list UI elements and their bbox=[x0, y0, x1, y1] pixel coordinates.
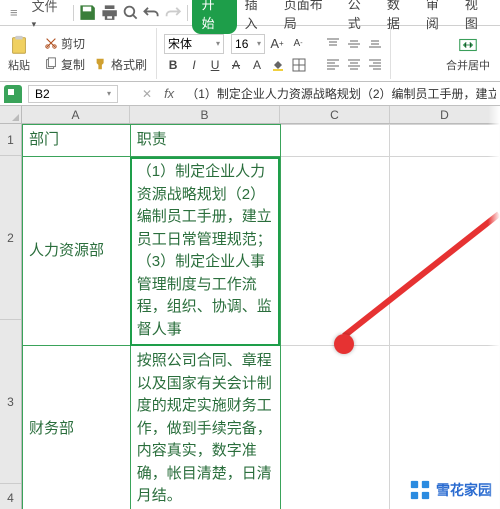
menubar: ≡ 文件 开始 插入 页面布局 公式 数据 审阅 视图 bbox=[0, 0, 500, 26]
align-bottom-button[interactable] bbox=[366, 35, 384, 53]
copy-button[interactable]: 复制 bbox=[41, 55, 88, 74]
merge-label: 合并居中 bbox=[446, 57, 490, 73]
grid: 部门 职责 人力资源部 （1）制定企业人力资源战略规划（2）编制员工手册，建立员… bbox=[22, 124, 500, 509]
font-size-select[interactable]: 16▾ bbox=[231, 34, 265, 54]
cell-B3[interactable]: 按照公司合同、章程以及国家有关会计制度的规定实施财务工作，做到手续完备，内容真实… bbox=[130, 346, 280, 509]
fill-color-button[interactable] bbox=[269, 56, 287, 74]
print-icon[interactable] bbox=[100, 3, 119, 23]
align-right-button[interactable] bbox=[366, 55, 384, 73]
bold-button[interactable]: B bbox=[164, 56, 182, 74]
font-shrink-button[interactable]: A- bbox=[289, 35, 307, 53]
align-top-button[interactable] bbox=[324, 35, 342, 53]
font-color-button[interactable]: A bbox=[248, 56, 266, 74]
format-painter-button[interactable]: 格式刷 bbox=[91, 55, 150, 74]
fx-cancel-icon[interactable]: ✕ bbox=[142, 87, 152, 101]
col-header-D[interactable]: D bbox=[390, 106, 500, 123]
watermark: 雪花家园 bbox=[409, 479, 492, 501]
cell-A3[interactable]: 财务部 bbox=[23, 346, 131, 509]
font-name-select[interactable]: 宋体▾ bbox=[164, 34, 224, 54]
cell-A1[interactable]: 部门 bbox=[23, 125, 131, 157]
toolbar: 粘贴 剪切 复制 格式刷 宋体▾ 16▾ A+ A- bbox=[0, 26, 500, 82]
save-icon[interactable] bbox=[78, 3, 97, 23]
col-header-B[interactable]: B bbox=[130, 106, 280, 123]
column-headers: A B C D bbox=[22, 106, 500, 124]
row-header-1[interactable]: 1 bbox=[0, 124, 21, 156]
cell-A2[interactable]: 人力资源部 bbox=[23, 157, 131, 346]
row-header-3[interactable]: 3 bbox=[0, 320, 21, 484]
redo-icon[interactable] bbox=[163, 3, 182, 23]
divider bbox=[187, 5, 188, 21]
row-header-4[interactable]: 4 bbox=[0, 484, 21, 509]
cell-B1[interactable]: 职责 bbox=[130, 125, 280, 157]
align-left-button[interactable] bbox=[324, 55, 342, 73]
font-grow-button[interactable]: A+ bbox=[268, 35, 286, 53]
underline-button[interactable]: U bbox=[206, 56, 224, 74]
italic-button[interactable]: I bbox=[185, 56, 203, 74]
select-all-corner[interactable] bbox=[0, 106, 22, 124]
name-box[interactable]: B2▾ bbox=[28, 85, 118, 103]
formula-input[interactable]: （1）制定企业人力资源战略规划（2）编制员工手册，建立 bbox=[180, 85, 496, 102]
col-header-C[interactable]: C bbox=[280, 106, 390, 123]
paste-button[interactable]: 粘贴 bbox=[4, 28, 34, 79]
paste-label: 粘贴 bbox=[8, 57, 30, 73]
cell-C2[interactable] bbox=[280, 157, 390, 346]
watermark-text: 雪花家园 bbox=[436, 480, 492, 500]
row-headers: 1 2 3 4 bbox=[0, 124, 22, 509]
row-header-2[interactable]: 2 bbox=[0, 156, 21, 320]
formula-bar: B2▾ ✕ fx （1）制定企业人力资源战略规划（2）编制员工手册，建立 bbox=[0, 82, 500, 106]
cell-D1[interactable] bbox=[390, 125, 500, 157]
home-menu[interactable]: ≡ bbox=[4, 3, 24, 22]
undo-icon[interactable] bbox=[142, 3, 161, 23]
cut-button[interactable]: 剪切 bbox=[41, 34, 150, 53]
cell-C3[interactable] bbox=[280, 346, 390, 509]
cell-D2[interactable] bbox=[390, 157, 500, 346]
file-menu[interactable]: 文件 bbox=[26, 0, 70, 32]
annotation-dot bbox=[334, 334, 354, 354]
col-header-A[interactable]: A bbox=[22, 106, 130, 123]
merge-center-button[interactable]: 合并居中 bbox=[442, 28, 494, 79]
border-button[interactable] bbox=[290, 56, 308, 74]
cell-C1[interactable] bbox=[280, 125, 390, 157]
fx-icon[interactable]: fx bbox=[164, 86, 174, 101]
cell-B2[interactable]: （1）制定企业人力资源战略规划（2）编制员工手册，建立员工日常管理规范；（3）制… bbox=[130, 157, 280, 346]
strike-button[interactable]: A bbox=[227, 56, 245, 74]
sheet-corner-icon bbox=[4, 85, 22, 103]
preview-icon[interactable] bbox=[121, 3, 140, 23]
divider bbox=[73, 5, 74, 21]
align-center-button[interactable] bbox=[345, 55, 363, 73]
sheet-area: A B C D 1 2 3 4 部门 职责 人力资源部 （1）制定企业人力资源战… bbox=[0, 106, 500, 509]
align-middle-button[interactable] bbox=[345, 35, 363, 53]
